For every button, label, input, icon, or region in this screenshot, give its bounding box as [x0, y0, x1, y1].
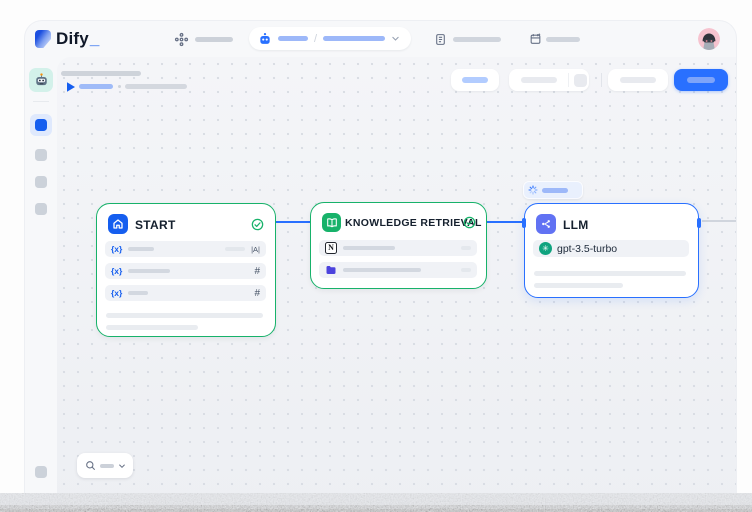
placeholder-bar [125, 84, 187, 89]
success-check-icon [463, 216, 476, 229]
type-label: # [254, 266, 260, 277]
model-name: gpt-3.5-turbo [557, 243, 617, 255]
placeholder-bar [100, 464, 114, 468]
workflow-canvas[interactable]: START {x} |A| {x} # {x} [57, 57, 736, 512]
node-start[interactable]: START {x} |A| {x} # {x} [96, 203, 276, 337]
sidebar-item-2[interactable] [35, 149, 47, 161]
placeholder-bar [521, 77, 557, 83]
notion-icon: N [325, 242, 337, 254]
llm-running-badge [523, 181, 583, 199]
robot-icon [258, 32, 272, 46]
placeholder-bar [343, 246, 395, 250]
placeholder-bar [128, 291, 148, 295]
openai-logo-icon: ✳ [539, 242, 552, 255]
node-title: LLM [563, 218, 589, 232]
sidebar-item-workflow-active[interactable] [30, 114, 52, 136]
toolbar-publish-button[interactable] [674, 69, 728, 91]
robot-app-icon [33, 72, 50, 89]
screen: Dify _ / [0, 0, 752, 512]
placeholder-bar [343, 268, 421, 272]
node-knowledge-retrieval[interactable]: KNOWLEDGE RETRIEVAL N [310, 202, 487, 289]
logo-text: Dify [56, 29, 89, 49]
sidebar-item-bottom[interactable] [35, 466, 47, 478]
node-title: START [135, 218, 176, 232]
sidebar-app-icon[interactable] [29, 68, 53, 92]
spinner-icon [528, 185, 538, 195]
book-icon [322, 213, 341, 232]
placeholder-bar [128, 247, 154, 251]
placeholder-bar [106, 325, 198, 330]
home-icon [108, 214, 128, 234]
variable-icon: {x} [111, 266, 122, 276]
placeholder-bar [453, 37, 501, 42]
docs-icon[interactable] [434, 32, 447, 47]
placeholder-bar [534, 271, 686, 276]
edge-start-to-knowledge [276, 221, 310, 223]
variable-icon: {x} [111, 244, 122, 254]
breadcrumb-separator: / [314, 33, 317, 45]
avatar[interactable] [698, 28, 720, 50]
toolbar-preview-split-button[interactable] [509, 69, 589, 91]
edge-llm-outgoing [702, 220, 736, 222]
sidebar-divider [33, 101, 49, 102]
app-window: Dify _ / [24, 20, 737, 512]
model-row: ✳ gpt-3.5-turbo [533, 240, 689, 257]
type-label: |A| [251, 245, 260, 254]
variable-row: {x} # [105, 263, 266, 279]
llm-icon [536, 214, 556, 234]
sidebar [25, 57, 57, 512]
edge-knowledge-to-llm [487, 221, 524, 223]
sidebar-item-3[interactable] [35, 176, 47, 188]
toolbar-divider [601, 73, 602, 87]
placeholder-bar [620, 77, 656, 83]
run-play-icon[interactable] [67, 82, 75, 92]
variable-row: {x} |A| [105, 241, 266, 257]
placeholder-bar [225, 247, 245, 251]
node-title: KNOWLEDGE RETRIEVAL [345, 217, 482, 229]
placeholder-bar [461, 268, 471, 272]
dify-logo[interactable]: Dify _ [35, 29, 99, 49]
workflow-title-placeholder [61, 71, 141, 76]
button-divider [568, 73, 569, 87]
placeholder-bar [542, 188, 568, 193]
dataset-row: N [319, 240, 477, 256]
placeholder-bar [323, 36, 385, 41]
placeholder-bar [278, 36, 308, 41]
dataset-row [319, 262, 477, 278]
placeholder-bar [79, 84, 113, 89]
zoom-icon [85, 460, 96, 471]
noise-band [0, 493, 752, 512]
zoom-control[interactable] [77, 453, 133, 478]
chevron-down-icon [391, 34, 400, 43]
placeholder-bar [195, 37, 233, 42]
folder-icon [325, 264, 337, 276]
placeholder-bar [128, 269, 170, 273]
sidebar-item-4[interactable] [35, 203, 47, 215]
node-llm[interactable]: LLM ✳ gpt-3.5-turbo [524, 203, 699, 298]
workflow-icon [35, 119, 47, 131]
calendar-plus-icon[interactable] [529, 32, 542, 46]
move-icon[interactable] [174, 32, 189, 47]
toolbar-icon-button[interactable] [574, 74, 587, 87]
placeholder-bar [461, 246, 471, 250]
placeholder-bar [106, 313, 263, 318]
toolbar-restore-button[interactable] [608, 69, 668, 91]
toolbar-run-button[interactable] [451, 69, 499, 91]
success-check-icon [251, 218, 264, 231]
type-label: # [254, 288, 260, 299]
app-header: Dify _ / [25, 21, 736, 57]
logo-underscore: _ [90, 29, 99, 49]
variable-row: {x} # [105, 285, 266, 301]
breadcrumb[interactable]: / [249, 27, 411, 50]
placeholder-bar [546, 37, 580, 42]
placeholder-bar [687, 77, 715, 83]
chevron-down-icon [118, 462, 126, 470]
dify-logo-icon [35, 30, 51, 48]
dot-separator [118, 85, 121, 88]
node-handle-left[interactable] [522, 218, 526, 228]
placeholder-bar [462, 77, 488, 83]
placeholder-bar [534, 283, 623, 288]
node-handle-right[interactable] [697, 218, 701, 228]
variable-icon: {x} [111, 288, 122, 298]
